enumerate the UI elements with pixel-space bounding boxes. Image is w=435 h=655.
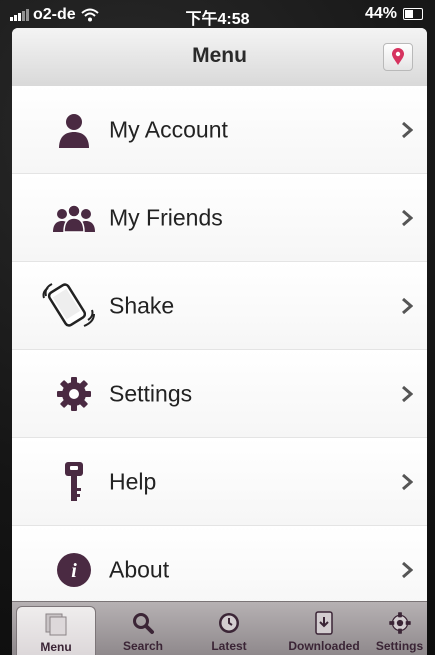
info-icon: i bbox=[50, 546, 98, 594]
tab-label: Menu bbox=[40, 640, 72, 654]
phone-shake-icon bbox=[34, 282, 104, 330]
group-icon bbox=[50, 194, 98, 242]
menu-item-settings[interactable]: Settings bbox=[12, 350, 427, 438]
map-pin-icon bbox=[392, 48, 404, 65]
tab-menu[interactable]: Menu bbox=[16, 606, 96, 655]
tab-bar: Menu Search Latest Downloaded Settings bbox=[12, 601, 427, 655]
chevron-right-icon bbox=[402, 385, 413, 402]
gear-icon bbox=[50, 370, 98, 418]
tab-label: Downloaded bbox=[288, 639, 360, 653]
chevron-right-icon bbox=[402, 561, 413, 578]
gear-icon bbox=[388, 612, 411, 634]
tab-latest[interactable]: Latest bbox=[194, 602, 264, 655]
chevron-right-icon bbox=[402, 121, 413, 138]
menu-item-my-friends[interactable]: My Friends bbox=[12, 174, 427, 262]
menu-item-label: My Friends bbox=[109, 204, 223, 230]
battery-percent: 44% bbox=[364, 5, 397, 22]
app-screen: Menu My Account My Friends Shake Setting… bbox=[12, 28, 427, 655]
menu-item-help[interactable]: Help bbox=[12, 438, 427, 526]
status-bar: o2-de 下午4:58 44% bbox=[0, 0, 435, 28]
chevron-right-icon bbox=[402, 473, 413, 490]
tab-label: Search bbox=[122, 639, 164, 653]
menu-item-my-account[interactable]: My Account bbox=[12, 86, 427, 174]
tab-label: Settings bbox=[375, 639, 424, 653]
clock-icon bbox=[219, 613, 239, 633]
chevron-right-icon bbox=[402, 209, 413, 226]
menu-item-label: My Account bbox=[109, 116, 228, 142]
page-title: Menu bbox=[192, 44, 247, 67]
person-icon bbox=[50, 106, 98, 154]
chevron-right-icon bbox=[402, 297, 413, 314]
battery-icon bbox=[403, 8, 423, 20]
pages-icon bbox=[45, 613, 67, 636]
menu-item-label: Shake bbox=[109, 292, 175, 318]
tab-settings[interactable]: Settings bbox=[372, 602, 427, 655]
battery: 44% bbox=[365, 5, 423, 23]
svg-text:i: i bbox=[71, 560, 77, 582]
navigation-bar: Menu bbox=[12, 28, 427, 87]
key-icon bbox=[50, 458, 98, 506]
menu-list: My Account My Friends Shake Settings Hel… bbox=[12, 86, 427, 614]
tab-search[interactable]: Search bbox=[108, 602, 178, 655]
menu-item-label: Help bbox=[109, 468, 157, 494]
location-button[interactable] bbox=[383, 43, 413, 71]
tab-label: Latest bbox=[211, 639, 247, 653]
download-icon bbox=[315, 611, 333, 635]
search-icon bbox=[133, 613, 154, 634]
tab-downloaded[interactable]: Downloaded bbox=[274, 602, 374, 655]
menu-item-label: About bbox=[109, 556, 170, 582]
menu-item-label: Settings bbox=[109, 380, 193, 406]
menu-item-shake[interactable]: Shake bbox=[12, 262, 427, 350]
